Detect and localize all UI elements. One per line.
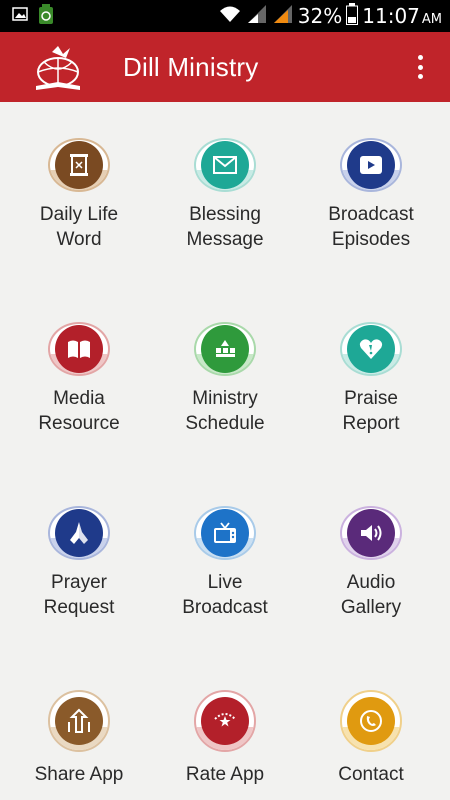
star-badge-icon-badge [194, 690, 256, 752]
menu-grid: Daily Life Word Blessing Message Broadca… [0, 102, 450, 800]
tv-icon [201, 509, 249, 557]
speaker-icon-badge [340, 506, 402, 560]
app-bar: Dill Ministry [0, 32, 450, 102]
video-icon [347, 141, 395, 189]
wifi-icon [218, 4, 242, 29]
speaker-icon [347, 509, 395, 557]
tile-label: Praise Report [342, 388, 400, 434]
tile-contact[interactable]: Contact [298, 654, 444, 800]
battery-percent: 32% [297, 4, 343, 28]
praying-hands-icon-badge [48, 506, 110, 560]
tile-label: Prayer Request [43, 572, 115, 618]
tile-rate-app[interactable]: Rate App [152, 654, 298, 800]
clock-time: 11:07 [362, 4, 420, 28]
tile-label: Contact [338, 764, 404, 785]
dill-ministry-logo [30, 42, 86, 92]
tile-prayer-request[interactable]: Prayer Request [6, 470, 152, 620]
tile-broadcast-episodes[interactable]: Broadcast Episodes [298, 102, 444, 252]
tile-daily-life-word[interactable]: Daily Life Word [6, 102, 152, 252]
clock-ampm: AM [421, 12, 442, 27]
gallery-icon [12, 6, 28, 26]
app-title: Dill Ministry [123, 52, 259, 82]
signal-icon [246, 4, 268, 29]
battery-icon [346, 2, 359, 30]
tv-icon-badge [194, 506, 256, 560]
tile-blessing-message[interactable]: Blessing Message [152, 102, 298, 252]
tile-label: Broadcast Episodes [328, 204, 414, 250]
tile-label: Blessing Message [186, 204, 264, 250]
tile-label: Rate App [185, 764, 265, 785]
tile-label: Live Broadcast [182, 572, 268, 618]
tile-label: Share App [34, 764, 124, 785]
tile-audio-gallery[interactable]: Audio Gallery [298, 470, 444, 620]
phone-icon [347, 697, 395, 745]
praying-hands-icon [55, 509, 103, 557]
book-icon-badge [48, 322, 110, 376]
status-bar: 32% 11:07 AM [0, 0, 450, 32]
battery-saver-icon [38, 3, 54, 30]
heart-icon-badge [340, 322, 402, 376]
scroll-icon-badge [48, 138, 110, 192]
calendar-icon [201, 325, 249, 373]
tile-praise-report[interactable]: Praise Report [298, 286, 444, 436]
tile-label: Ministry Schedule [185, 388, 265, 434]
heart-icon [347, 325, 395, 373]
tile-label: Audio Gallery [340, 572, 402, 618]
tile-ministry-schedule[interactable]: Ministry Schedule [152, 286, 298, 436]
envelope-icon [201, 141, 249, 189]
share-icon [55, 697, 103, 745]
tile-share-app[interactable]: Share App [6, 654, 152, 800]
overflow-menu-icon[interactable] [410, 52, 430, 82]
phone-icon-badge [340, 690, 402, 752]
envelope-icon-badge [194, 138, 256, 192]
tile-live-broadcast[interactable]: Live Broadcast [152, 470, 298, 620]
video-icon-badge [340, 138, 402, 192]
book-icon [55, 325, 103, 373]
share-icon-badge [48, 690, 110, 752]
clock: 11:07 AM [362, 4, 442, 28]
scroll-icon [55, 141, 103, 189]
signal-icon [272, 4, 294, 29]
star-badge-icon [201, 697, 249, 745]
calendar-icon-badge [194, 322, 256, 376]
tile-media-resource[interactable]: Media Resource [6, 286, 152, 436]
tile-label: Daily Life Word [39, 204, 119, 250]
tile-label: Media Resource [38, 388, 120, 434]
